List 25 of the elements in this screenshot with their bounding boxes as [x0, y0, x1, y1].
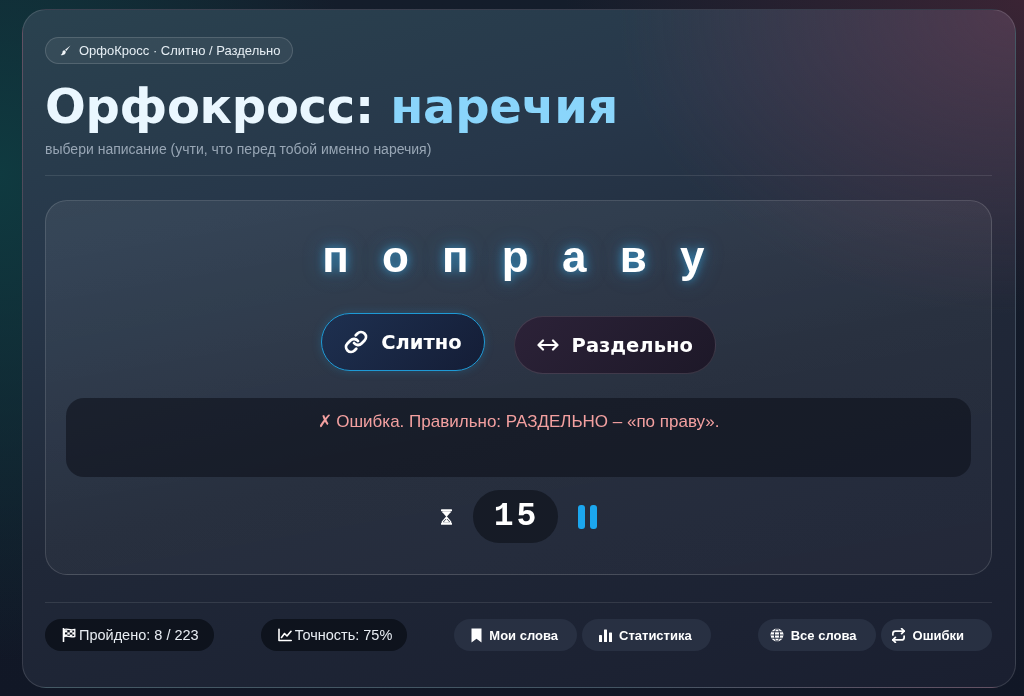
all-words-button[interactable]: Все слова [757, 619, 876, 651]
mistakes-button[interactable]: Ошибки [880, 619, 992, 651]
link-icon [344, 330, 369, 354]
pause-icon[interactable] [577, 504, 597, 529]
checkered-flag-icon [62, 628, 76, 642]
bar-chart-icon [599, 628, 613, 642]
repeat-icon [890, 627, 906, 643]
timer-display: 15 [472, 490, 558, 543]
stat-label: Точность: 75% [294, 626, 393, 644]
brush-icon [60, 45, 71, 56]
statistics-button[interactable]: Статистика [582, 619, 711, 651]
subtitle: выбери написание (учти, что перед тобой именно наречия) [45, 140, 432, 158]
answer-button[interactable]: Слитно [321, 313, 485, 371]
page-title: Орфокросс: наречия [45, 80, 618, 132]
answer-button[interactable]: Раздельно [513, 316, 716, 374]
quiz-word: п о п р а в у [322, 231, 715, 283]
my-words-button[interactable]: Мои слова [454, 619, 578, 651]
hourglass-icon [440, 508, 452, 525]
feedback-message: ✗ Ошибка. Правильно: РАЗДЕЛЬНО – «по праву». [316, 411, 721, 432]
line-chart-icon [277, 628, 292, 642]
globe-icon [769, 628, 784, 642]
double-arrow-icon [536, 339, 559, 351]
stat-label: Пройдено: 8 / 223 [79, 626, 199, 644]
bookmark-icon [471, 627, 483, 643]
tag-text: ОрфоКросс · Слитно / Раздельно [79, 42, 281, 59]
